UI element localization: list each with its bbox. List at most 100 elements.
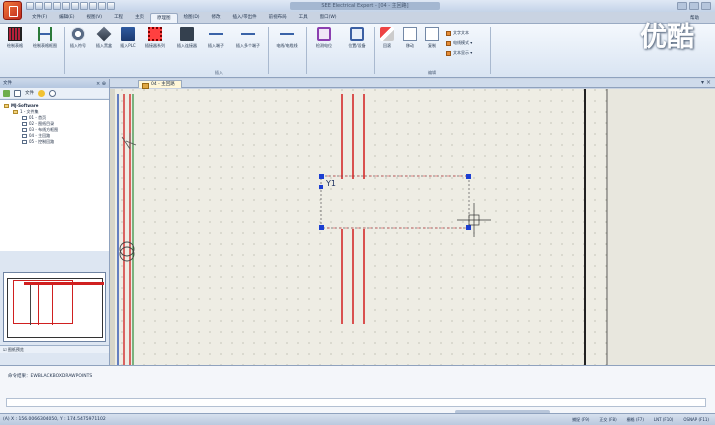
minimize-button[interactable]: [677, 2, 687, 10]
qat-open-icon[interactable]: [35, 2, 43, 10]
copy-button[interactable]: 复制: [422, 27, 442, 67]
cursor-coordinates: (A) X : 156.0066304050, Y : 174.54759711…: [3, 417, 106, 422]
page-preview[interactable]: [3, 272, 106, 342]
text-display-button[interactable]: 文本显示 ▾: [446, 49, 472, 56]
ribbon-tab[interactable]: 原理图: [150, 13, 178, 23]
undo-icon: [380, 27, 394, 41]
ribbon-separator: [490, 27, 491, 74]
qat-help-icon[interactable]: [107, 2, 115, 10]
status-toggle[interactable]: 栅格 (F7): [625, 416, 646, 423]
ribbon-tab[interactable]: 修改: [206, 13, 227, 23]
move-icon: [403, 27, 417, 41]
workspace-icon[interactable]: [3, 89, 10, 97]
ribbon-tab[interactable]: 工程: [108, 13, 129, 23]
document-tab[interactable]: 04 - 主回路: [138, 80, 182, 89]
qat-redo-icon[interactable]: [62, 2, 70, 10]
qat-new-icon[interactable]: [26, 2, 34, 10]
check-potential-button[interactable]: 检测电位: [308, 27, 340, 67]
preview-toggle[interactable]: ☑ 图纸预览: [0, 345, 109, 353]
document-tab-bar: 04 - 主回路 ▾ ×: [110, 79, 715, 89]
left-margin: [110, 89, 115, 365]
text-display-icon: [446, 50, 451, 56]
pane-title: 文件: [3, 81, 12, 86]
symbol-icon: [71, 27, 85, 41]
undo-button[interactable]: 回滚: [377, 27, 397, 67]
preview-wire: [30, 285, 31, 325]
ribbon-tab[interactable]: 文件(F): [26, 13, 53, 23]
status-toggle[interactable]: OSNAP (F11): [681, 416, 711, 423]
grip-handle[interactable]: [319, 185, 323, 189]
insert-plc-button[interactable]: 插入PLC: [118, 27, 138, 67]
project-tree: MJ-Software 1 - 文件集 01 - 首页 02 - 图纸目录 03 - 布…: [0, 99, 109, 251]
page-icon: [22, 122, 27, 126]
star-icon[interactable]: [38, 89, 45, 97]
ribbon-tab[interactable]: 工具: [293, 13, 314, 23]
command-input[interactable]: [6, 398, 706, 407]
application-menu-button[interactable]: [3, 1, 22, 20]
quick-access-toolbar: [26, 2, 115, 11]
schematic-sheet[interactable]: Y1: [110, 89, 715, 365]
ribbon-separator: [306, 27, 307, 74]
file-icon[interactable]: [14, 89, 21, 97]
table-icon: [8, 27, 22, 41]
status-toggle[interactable]: 捕捉 (F9): [570, 416, 591, 423]
connector-series-icon: [148, 27, 162, 41]
file-tab-label[interactable]: 文件: [25, 90, 34, 96]
ribbon-tab[interactable]: 前视布局: [263, 13, 293, 23]
grip-handle[interactable]: [319, 225, 324, 230]
ribbon-tab[interactable]: 编辑(E): [53, 13, 80, 23]
qat-print-icon[interactable]: [71, 2, 79, 10]
pin-icon[interactable]: × ⊕: [96, 80, 106, 89]
close-document-icon[interactable]: ▾ ×: [701, 79, 711, 86]
qat-zoom-icon[interactable]: [80, 2, 88, 10]
wire-mode-button[interactable]: 电线模式 ▾: [446, 39, 472, 46]
ribbon-tab[interactable]: 视图(V): [80, 13, 108, 23]
ribbon-tab[interactable]: 绘图(D): [178, 13, 206, 23]
qat-undo-icon[interactable]: [53, 2, 61, 10]
tree-item-label: 04 - 主回路: [29, 133, 51, 138]
tree-item-label: 02 - 图纸目录: [29, 121, 55, 126]
pane-title-bar: 文件 × ⊕: [0, 79, 109, 88]
ribbon-tab[interactable]: 主页: [129, 13, 150, 23]
grip-handle[interactable]: [466, 225, 471, 230]
component-label[interactable]: Y1: [325, 179, 336, 188]
insert-blackbox-button[interactable]: 插入黑盒: [92, 26, 116, 67]
location-device-button[interactable]: 位置/设备: [342, 27, 372, 67]
pane-toolbar: 文件: [0, 88, 109, 98]
help-icon[interactable]: [49, 89, 56, 97]
qat-save-icon[interactable]: [44, 2, 52, 10]
ribbon-tab[interactable]: 插入/带出件: [227, 13, 263, 23]
blackbox-icon: [96, 26, 112, 42]
tree-item-page[interactable]: 05 - 控制回路: [0, 139, 109, 145]
grip-handle[interactable]: [466, 174, 471, 179]
wire-cable-button[interactable]: 电线/电缆线: [270, 27, 304, 67]
grip-handle[interactable]: [319, 174, 324, 179]
close-window-button[interactable]: [701, 2, 711, 10]
qat-refresh-icon[interactable]: [98, 2, 106, 10]
multi-terminal-icon: [241, 27, 255, 41]
window-controls: [677, 2, 711, 10]
status-toggle[interactable]: LNT (F10): [652, 416, 675, 423]
insert-multi-terminal-button[interactable]: 插入多个端子: [230, 27, 266, 67]
sheet-outer-area: [608, 89, 715, 365]
tree-item-label: 03 - 布线方框图: [29, 127, 59, 132]
text-style-button[interactable]: 文字文本: [446, 29, 469, 36]
ribbon-tab-strip: 文件(F) 编辑(E) 视图(V) 工程 主页 原理图 绘图(D) 修改 插入/带出件 前视布局工…: [26, 13, 343, 23]
ribbon-tab[interactable]: 窗口(W): [314, 13, 343, 23]
status-toggle[interactable]: 正交 (F8): [597, 416, 618, 423]
copy-icon: [425, 27, 439, 41]
maximize-button[interactable]: [689, 2, 699, 10]
ribbon-separator: [268, 27, 269, 74]
insert-symbol-button[interactable]: 插入符号: [66, 27, 90, 67]
move-button[interactable]: 移动: [400, 27, 420, 67]
insert-terminal-button[interactable]: 插入端子: [204, 27, 228, 67]
draw-table-button[interactable]: 绘制表格: [4, 27, 26, 67]
wire-mode-icon: [446, 40, 451, 46]
drawing-canvas[interactable]: Y1: [110, 89, 715, 365]
check-potential-icon: [317, 27, 331, 41]
qat-pan-icon[interactable]: [89, 2, 97, 10]
insert-connector-button[interactable]: 插入连接器: [172, 27, 202, 67]
connector-series-button[interactable]: 插接器系列: [140, 27, 170, 67]
folder-icon: [4, 104, 9, 108]
draw-table-frame-button[interactable]: 绘制表格框图: [28, 27, 62, 67]
